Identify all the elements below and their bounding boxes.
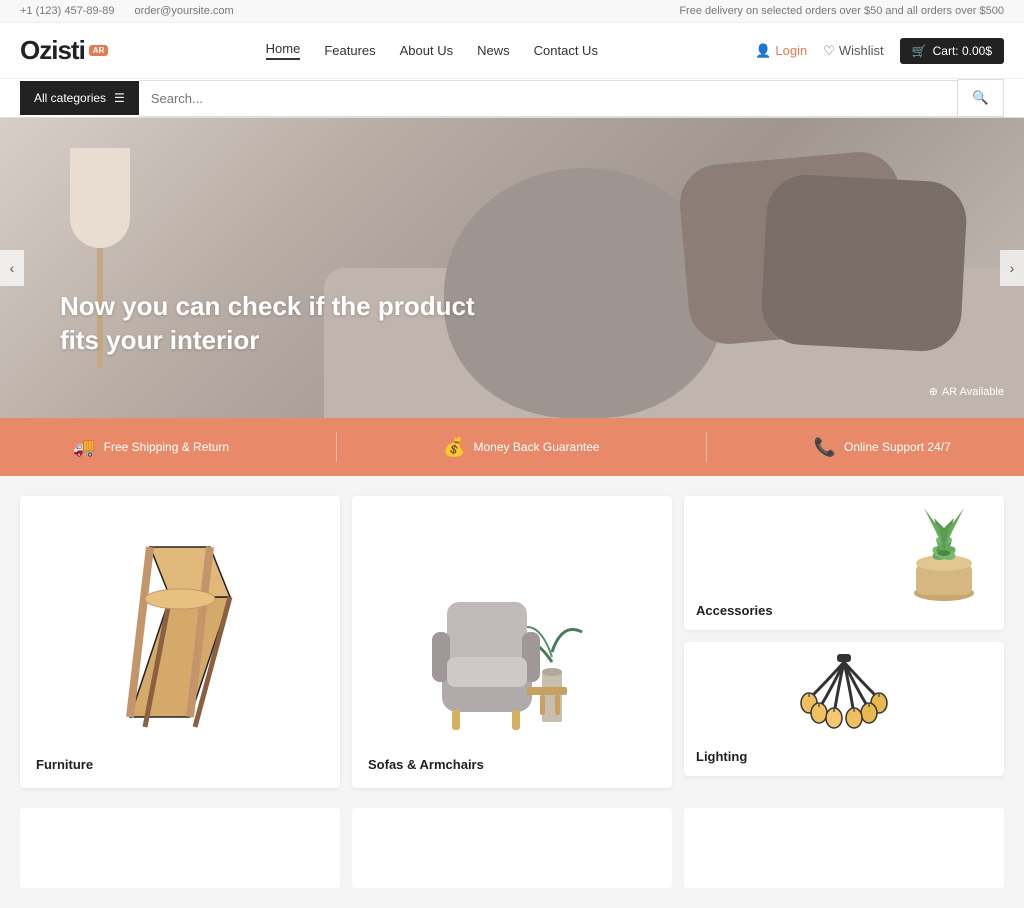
chevron-right-icon: › [1010, 260, 1015, 276]
nav-news[interactable]: News [477, 43, 510, 58]
sofas-label: Sofas & Armchairs [368, 757, 656, 772]
chevron-left-icon: ‹ [10, 260, 15, 276]
benefit-money-back: 💰 Money Back Guarantee [443, 437, 600, 458]
bottom-placeholder-2 [352, 808, 672, 888]
nav-contact[interactable]: Contact Us [534, 43, 598, 58]
benefit-divider-2 [706, 432, 707, 462]
email-address: order@yoursite.com [134, 5, 233, 17]
promo-message: Free delivery on selected orders over $5… [679, 5, 1004, 17]
category-accessories[interactable]: Accessories [684, 496, 1004, 630]
shipping-icon: 🚚 [73, 437, 95, 458]
lighting-image [684, 642, 1004, 756]
chevron-down-icon: ☰ [114, 91, 125, 105]
benefit-divider-1 [336, 432, 337, 462]
hero-prev-button[interactable]: ‹ [0, 250, 24, 286]
lighting-label: Lighting [696, 749, 747, 764]
hero-content: Now you can check if the product fits yo… [60, 290, 475, 358]
benefits-bar: 🚚 Free Shipping & Return 💰 Money Back Gu… [0, 418, 1024, 476]
furniture-image [20, 496, 340, 758]
wishlist-button[interactable]: ♡ Wishlist [823, 43, 883, 59]
ar-icon: ⊕ [929, 385, 938, 398]
bottom-placeholder-1 [20, 808, 340, 888]
bottom-row [0, 808, 1024, 908]
cart-icon: 🛒 [912, 44, 927, 58]
category-lighting[interactable]: Lighting [684, 642, 1004, 776]
top-bar: +1 (123) 457-89-89 order@yoursite.com Fr… [0, 0, 1024, 23]
cart-button[interactable]: 🛒 Cart: 0.00$ [900, 38, 1004, 64]
money-back-label: Money Back Guarantee [474, 440, 600, 454]
logo-text: Ozisti [20, 35, 85, 66]
phone-number: +1 (123) 457-89-89 [20, 5, 114, 17]
login-icon: 👤 [755, 43, 771, 59]
nav-actions: 👤 Login ♡ Wishlist 🛒 Cart: 0.00$ [755, 38, 1004, 64]
accessories-label: Accessories [696, 603, 773, 618]
nav-features[interactable]: Features [324, 43, 375, 58]
sofas-image [352, 496, 672, 788]
logo[interactable]: Ozisti AR [20, 35, 108, 66]
search-button[interactable]: 🔍 [958, 79, 1004, 117]
benefit-shipping: 🚚 Free Shipping & Return [73, 437, 229, 458]
hero-ar-badge: ⊕ AR Available [929, 385, 1004, 398]
category-sofas[interactable]: Sofas & Armchairs [352, 496, 672, 788]
search-input[interactable] [151, 81, 946, 116]
hero-slider: Now you can check if the product fits yo… [0, 118, 1024, 418]
search-bar: All categories ☰ 🔍 [0, 79, 1024, 118]
nav-home[interactable]: Home [266, 41, 301, 60]
nav-about[interactable]: About Us [400, 43, 453, 58]
accessories-image [684, 496, 1004, 610]
login-link[interactable]: 👤 Login [755, 43, 807, 59]
search-input-wrap [139, 80, 959, 117]
hero-next-button[interactable]: › [1000, 250, 1024, 286]
money-back-icon: 💰 [443, 437, 465, 458]
search-icon: 🔍 [972, 90, 989, 105]
support-label: Online Support 24/7 [844, 440, 951, 454]
categories-dropdown[interactable]: All categories ☰ [20, 81, 139, 115]
hero-pillow-darker [760, 173, 969, 353]
main-nav: Home Features About Us News Contact Us [266, 41, 598, 60]
categories-label: All categories [34, 91, 106, 105]
hero-title: Now you can check if the product fits yo… [60, 290, 475, 358]
bottom-placeholder-3 [684, 808, 1004, 888]
logo-badge: AR [89, 45, 109, 56]
category-furniture[interactable]: Furniture [20, 496, 340, 788]
furniture-label: Furniture [36, 757, 324, 772]
header: Ozisti AR Home Features About Us News Co… [0, 23, 1024, 79]
heart-icon: ♡ [823, 43, 835, 59]
benefit-support: 📞 Online Support 24/7 [814, 437, 951, 458]
shipping-label: Free Shipping & Return [104, 440, 229, 454]
category-grid: Furniture [0, 476, 1024, 808]
support-icon: 📞 [814, 437, 836, 458]
